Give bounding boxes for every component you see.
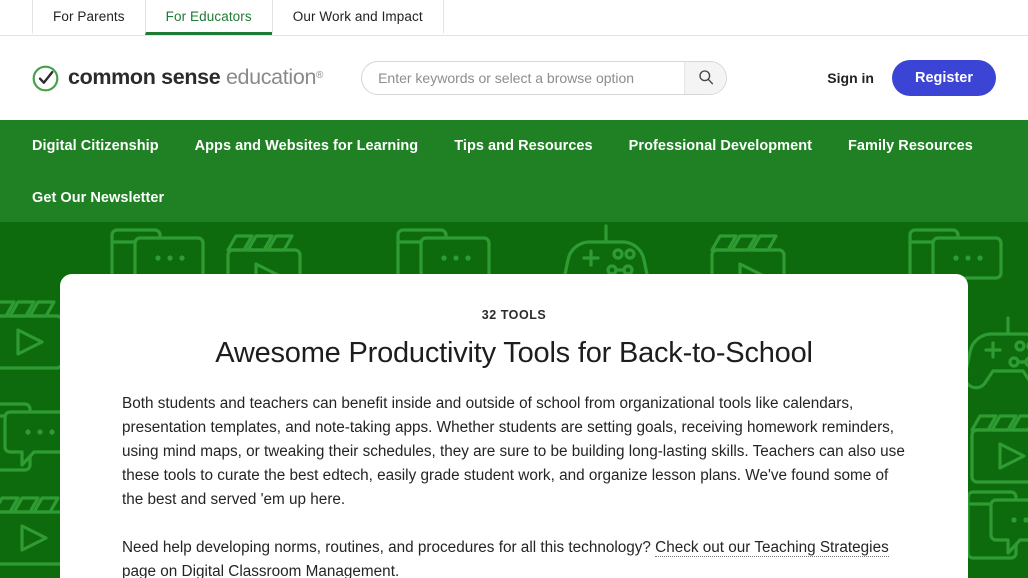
tab-our-work-and-impact[interactable]: Our Work and Impact — [271, 0, 444, 35]
nav-item-apps-and-websites-for-learning[interactable]: Apps and Websites for Learning — [195, 138, 419, 154]
logo-text-bold: common sense — [68, 65, 221, 90]
hero-paragraph-2-tail: . — [394, 563, 400, 578]
nav-item-tips-and-resources[interactable]: Tips and Resources — [454, 138, 592, 154]
hero-description: Both students and teachers can benefit i… — [122, 392, 906, 578]
logo-wordmark: common sense education® — [68, 67, 323, 89]
registered-mark: ® — [316, 70, 324, 82]
logo-text-light: education — [225, 65, 317, 90]
site-search — [361, 61, 728, 95]
hero-paragraph-2-lead: Need help developing norms, routines, an… — [122, 539, 656, 557]
sign-in-link[interactable]: Sign in — [827, 70, 874, 86]
tab-label: Our Work and Impact — [292, 8, 423, 24]
search-submit-button[interactable] — [684, 62, 727, 94]
site-logo[interactable]: common sense education® — [32, 65, 323, 92]
hero-paragraph-1: Both students and teachers can benefit i… — [122, 395, 905, 509]
hero-content-card: 32 TOOLS Awesome Productivity Tools for … — [60, 274, 968, 578]
check-circle-icon — [32, 65, 59, 92]
account-actions: Sign in Register — [827, 60, 996, 96]
tab-for-educators[interactable]: For Educators — [144, 0, 272, 35]
nav-item-family-resources[interactable]: Family Resources — [848, 138, 973, 154]
hero-section: 32 TOOLS Awesome Productivity Tools for … — [0, 222, 1028, 578]
page-title: Awesome Productivity Tools for Back-to-S… — [215, 337, 813, 369]
audience-tab-bar: For Parents For Educators Our Work and I… — [0, 0, 1028, 36]
site-masthead: common sense education® Sign in Register — [0, 36, 1028, 120]
tab-label: For Parents — [53, 8, 125, 24]
tool-count-eyebrow: 32 TOOLS — [481, 308, 547, 322]
nav-item-get-our-newsletter[interactable]: Get Our Newsletter — [32, 190, 164, 206]
register-button[interactable]: Register — [891, 60, 996, 96]
hero-paragraph-2: Need help developing norms, routines, an… — [122, 536, 906, 578]
search-input[interactable] — [362, 62, 685, 94]
nav-item-professional-development[interactable]: Professional Development — [629, 138, 812, 154]
main-navigation: Digital Citizenship Apps and Websites fo… — [0, 120, 1028, 222]
nav-item-digital-citizenship[interactable]: Digital Citizenship — [32, 138, 159, 154]
tab-for-parents[interactable]: For Parents — [32, 0, 145, 35]
search-icon — [698, 69, 714, 88]
tab-label: For Educators — [165, 8, 252, 24]
